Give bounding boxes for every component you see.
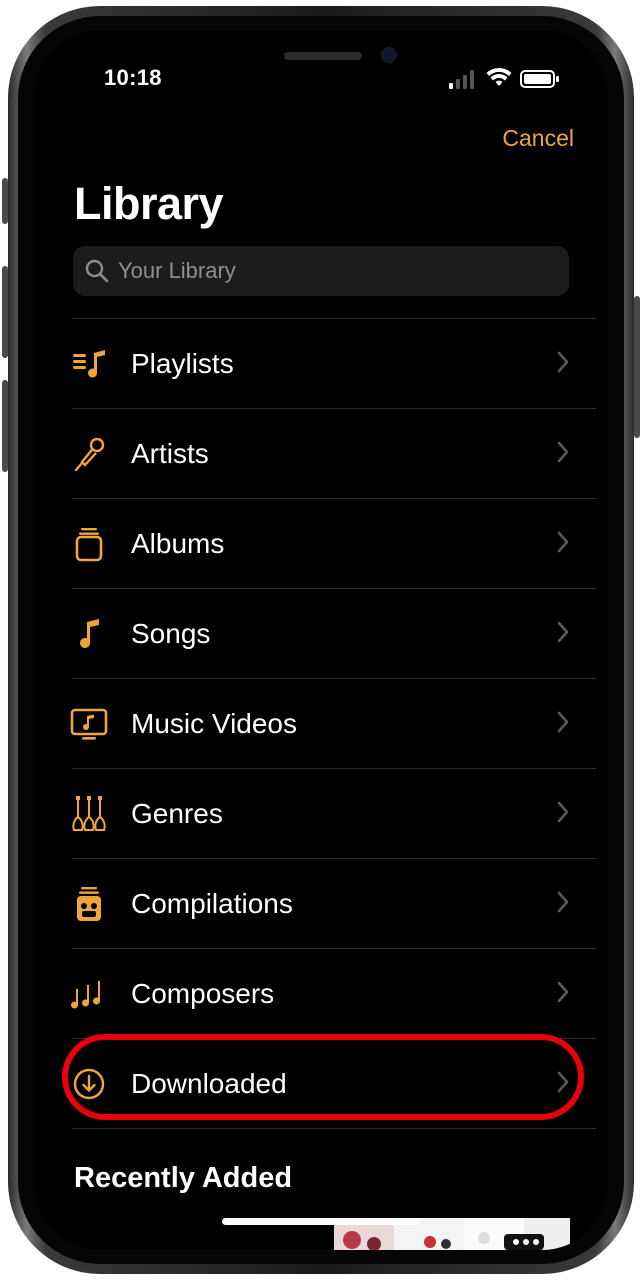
library-item-label: Composers [131,977,275,1009]
library-item-artists[interactable]: Artists [72,409,596,499]
library-item-label: Compilations [131,887,293,919]
library-item-compilations[interactable]: Compilations [72,859,596,949]
library-item-playlists[interactable]: Playlists [72,319,596,409]
microphone-icon [68,433,110,475]
battery-icon [520,70,559,88]
mute-switch [2,178,8,224]
library-item-music-videos[interactable]: Music Videos [70,679,596,769]
wifi-icon [486,67,512,86]
library-list: Playlists Artists Albums Songs Music Vid… [70,319,596,1129]
guitars-icon [68,793,110,835]
library-item-label: Playlists [131,347,234,379]
library-item-label: Downloaded [131,1067,287,1099]
cellular-signal-icon [449,70,474,89]
status-time: 10:18 [104,65,162,90]
chevron-right-icon [557,981,569,1003]
music-video-tv-icon [68,703,110,745]
search-input[interactable] [116,257,569,285]
library-item-composers[interactable]: Composers [71,949,596,1039]
library-item-label: Music Videos [131,707,298,739]
download-circle-icon [68,1063,110,1105]
album-stack-icon [68,523,110,565]
library-item-songs[interactable]: Songs [72,589,596,679]
home-indicator[interactable] [222,1218,420,1225]
power-button [634,296,640,438]
cancel-button[interactable]: Cancel [502,125,574,152]
library-item-downloaded[interactable]: Downloaded [72,1039,596,1129]
library-item-label: Artists [131,437,209,469]
library-item-label: Albums [131,527,225,559]
notes-icon [68,973,110,1015]
chevron-right-icon [557,621,569,643]
front-camera [383,49,395,61]
music-note-icon [68,613,110,655]
playlists-icon [68,343,110,385]
chevron-right-icon [557,441,569,463]
chevron-right-icon [557,801,569,823]
chevron-right-icon [557,531,569,553]
library-item-albums[interactable]: Albums [72,499,596,589]
library-item-label: Songs [131,617,211,649]
library-item-label: Genres [131,797,223,829]
search-icon [85,259,109,283]
chevron-right-icon [557,351,569,373]
compilation-box-icon [68,883,110,925]
recently-added-heading: Recently Added [74,1162,293,1194]
screen: 10:18 Cancel Library Your Library Playli… [34,30,608,1250]
volume-up-button [2,266,8,358]
page-title: Library [74,178,224,229]
volume-down-button [2,380,8,472]
earpiece-speaker [284,52,362,60]
chevron-right-icon [557,711,569,733]
library-item-genres[interactable]: Genres [72,769,596,859]
search-bar[interactable] [73,246,569,296]
chevron-right-icon [557,1071,569,1093]
chevron-right-icon [557,891,569,913]
